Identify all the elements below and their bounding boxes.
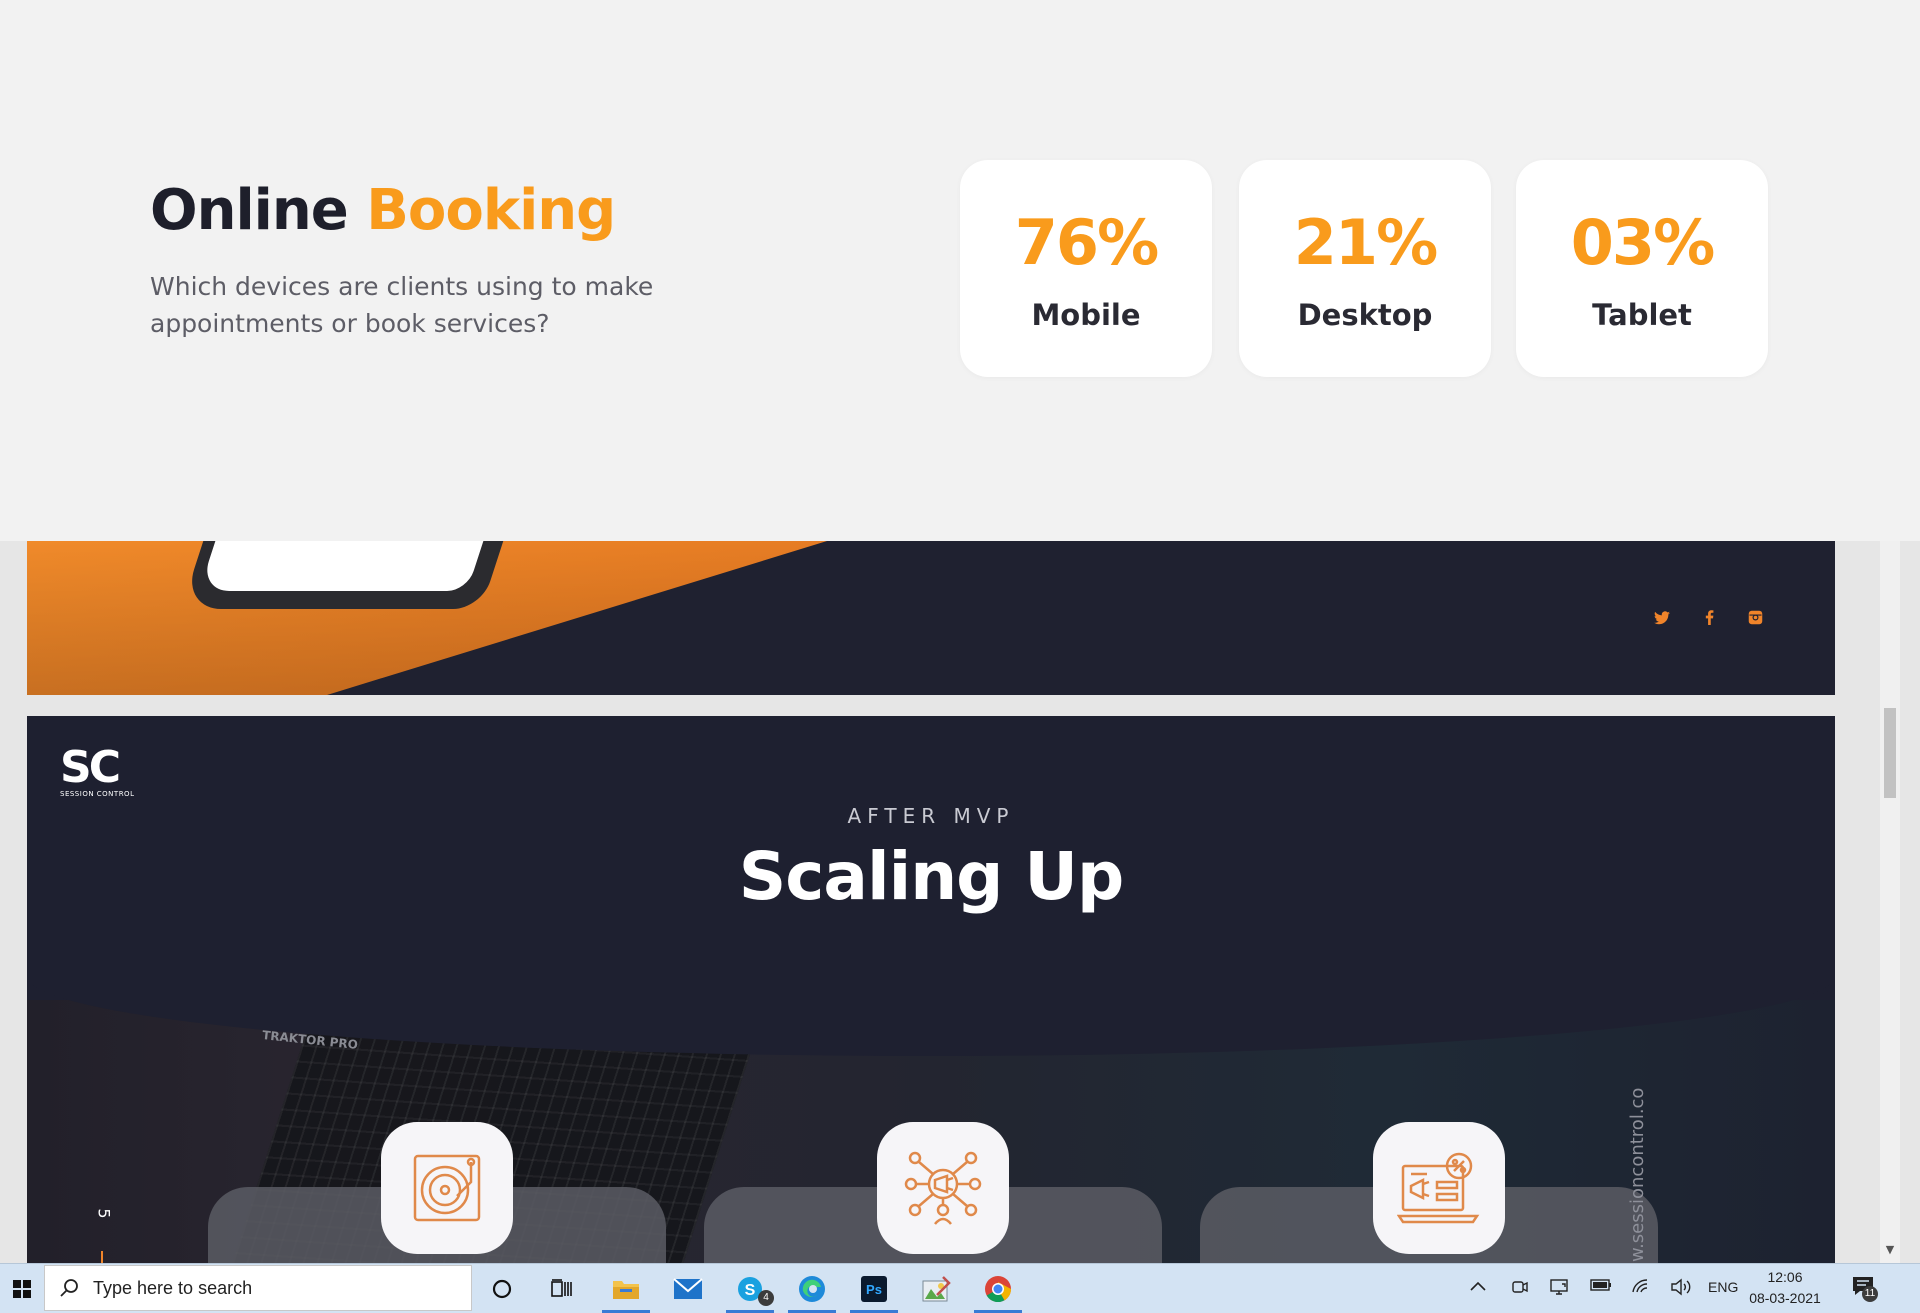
photoshop-icon: Ps	[861, 1275, 887, 1302]
edge-icon	[799, 1275, 825, 1302]
stat-value: 21%	[1293, 206, 1438, 279]
section-title: Scaling Up	[738, 838, 1125, 915]
online-booking-description: Which devices are clients using to make …	[150, 272, 654, 338]
session-control-logo: SC SESSION CONTROL	[60, 742, 135, 799]
logo-subtitle: SESSION CONTROL	[60, 790, 135, 798]
cortana-button[interactable]	[474, 1264, 530, 1313]
folder-icon	[613, 1280, 639, 1299]
notifications-icon[interactable]: 11	[1852, 1276, 1878, 1302]
photoshop-button[interactable]: Ps	[846, 1264, 902, 1313]
page-indicator-line	[101, 1251, 103, 1263]
volume-icon[interactable]	[1670, 1278, 1692, 1300]
scrollbar-thumb[interactable]	[1884, 708, 1896, 798]
task-view-icon	[551, 1278, 572, 1297]
cortana-circle-icon	[492, 1279, 512, 1298]
language-indicator[interactable]: ENG	[1708, 1279, 1738, 1295]
task-view-button[interactable]	[534, 1264, 590, 1313]
feature-icon-tile	[1373, 1122, 1505, 1254]
chrome-icon	[985, 1275, 1012, 1302]
stat-value: 03%	[1570, 206, 1715, 279]
stat-card-tablet: 03% Tablet	[1516, 160, 1768, 377]
title-main: Online	[150, 178, 349, 243]
twitter-icon[interactable]	[1651, 609, 1673, 631]
scaling-up-slide: TRAKTOR PRO SC SESSION CONTROL AFTER MVP…	[27, 716, 1835, 1263]
svg-text:S: S	[745, 1282, 756, 1299]
search-icon	[60, 1279, 78, 1297]
meet-now-icon[interactable]	[1511, 1278, 1529, 1300]
promotion-laptop-icon	[1397, 1152, 1480, 1224]
chrome-button[interactable]	[970, 1264, 1026, 1313]
previous-slide	[27, 541, 1835, 695]
file-explorer-button[interactable]	[598, 1264, 654, 1313]
facebook-icon[interactable]	[1698, 609, 1720, 631]
stat-label: Desktop	[1297, 298, 1433, 332]
online-booking-section: Online Booking Which devices are clients…	[0, 0, 1920, 541]
show-hidden-icons-chevron-up-icon[interactable]	[1470, 1278, 1486, 1295]
stat-label: Mobile	[1031, 298, 1141, 332]
feature-icon-tile	[877, 1122, 1009, 1254]
stat-card-mobile: 76% Mobile	[960, 160, 1212, 377]
search-placeholder: Type here to search	[93, 1278, 253, 1298]
start-button[interactable]	[0, 1264, 44, 1313]
notification-count-badge: 11	[1862, 1286, 1878, 1302]
stat-card-desktop: 21% Desktop	[1239, 160, 1491, 377]
section-eyebrow: AFTER MVP	[847, 804, 1015, 828]
skype-button[interactable]: S 4	[722, 1264, 778, 1313]
scrollbar-track[interactable]	[1880, 541, 1900, 1263]
edge-button[interactable]	[784, 1264, 840, 1313]
title-accent: Booking	[366, 178, 616, 243]
stat-label: Tablet	[1592, 298, 1692, 332]
svg-text:Ps: Ps	[866, 1282, 882, 1297]
windows-taskbar: Type here to search S 4 Ps ENG 12:06 08-…	[0, 1263, 1920, 1313]
taskbar-search-box[interactable]: Type here to search	[44, 1265, 472, 1311]
paint-app-button[interactable]	[908, 1264, 964, 1313]
phone-screen	[199, 541, 503, 591]
wifi-icon[interactable]	[1631, 1278, 1651, 1298]
mail-icon	[673, 1277, 703, 1299]
online-booking-title: Online Booking	[150, 178, 616, 243]
stat-value: 76%	[1014, 206, 1159, 279]
battery-icon[interactable]	[1590, 1278, 1612, 1296]
clock-date: 08-03-2021	[1749, 1290, 1821, 1306]
turntable-icon	[413, 1154, 481, 1222]
logo-mark: SC	[60, 742, 121, 793]
remote-display-icon[interactable]	[1550, 1278, 1570, 1300]
paint-icon	[922, 1275, 951, 1301]
feature-icon-tile	[381, 1122, 513, 1254]
scroll-down-arrow-icon[interactable]: ▼	[1882, 1243, 1898, 1259]
instagram-icon[interactable]	[1744, 609, 1766, 631]
skype-notification-badge: 4	[758, 1290, 774, 1306]
slide-page-number: 5	[94, 1208, 114, 1219]
website-url: w.sessioncontrol.co	[1627, 1087, 1648, 1262]
system-clock[interactable]: 12:06 08-03-2021	[1745, 1267, 1825, 1309]
windows-logo-icon	[13, 1279, 31, 1298]
mail-button[interactable]	[660, 1264, 716, 1313]
clock-time: 12:06	[1767, 1269, 1803, 1285]
marketing-network-icon	[904, 1151, 982, 1225]
